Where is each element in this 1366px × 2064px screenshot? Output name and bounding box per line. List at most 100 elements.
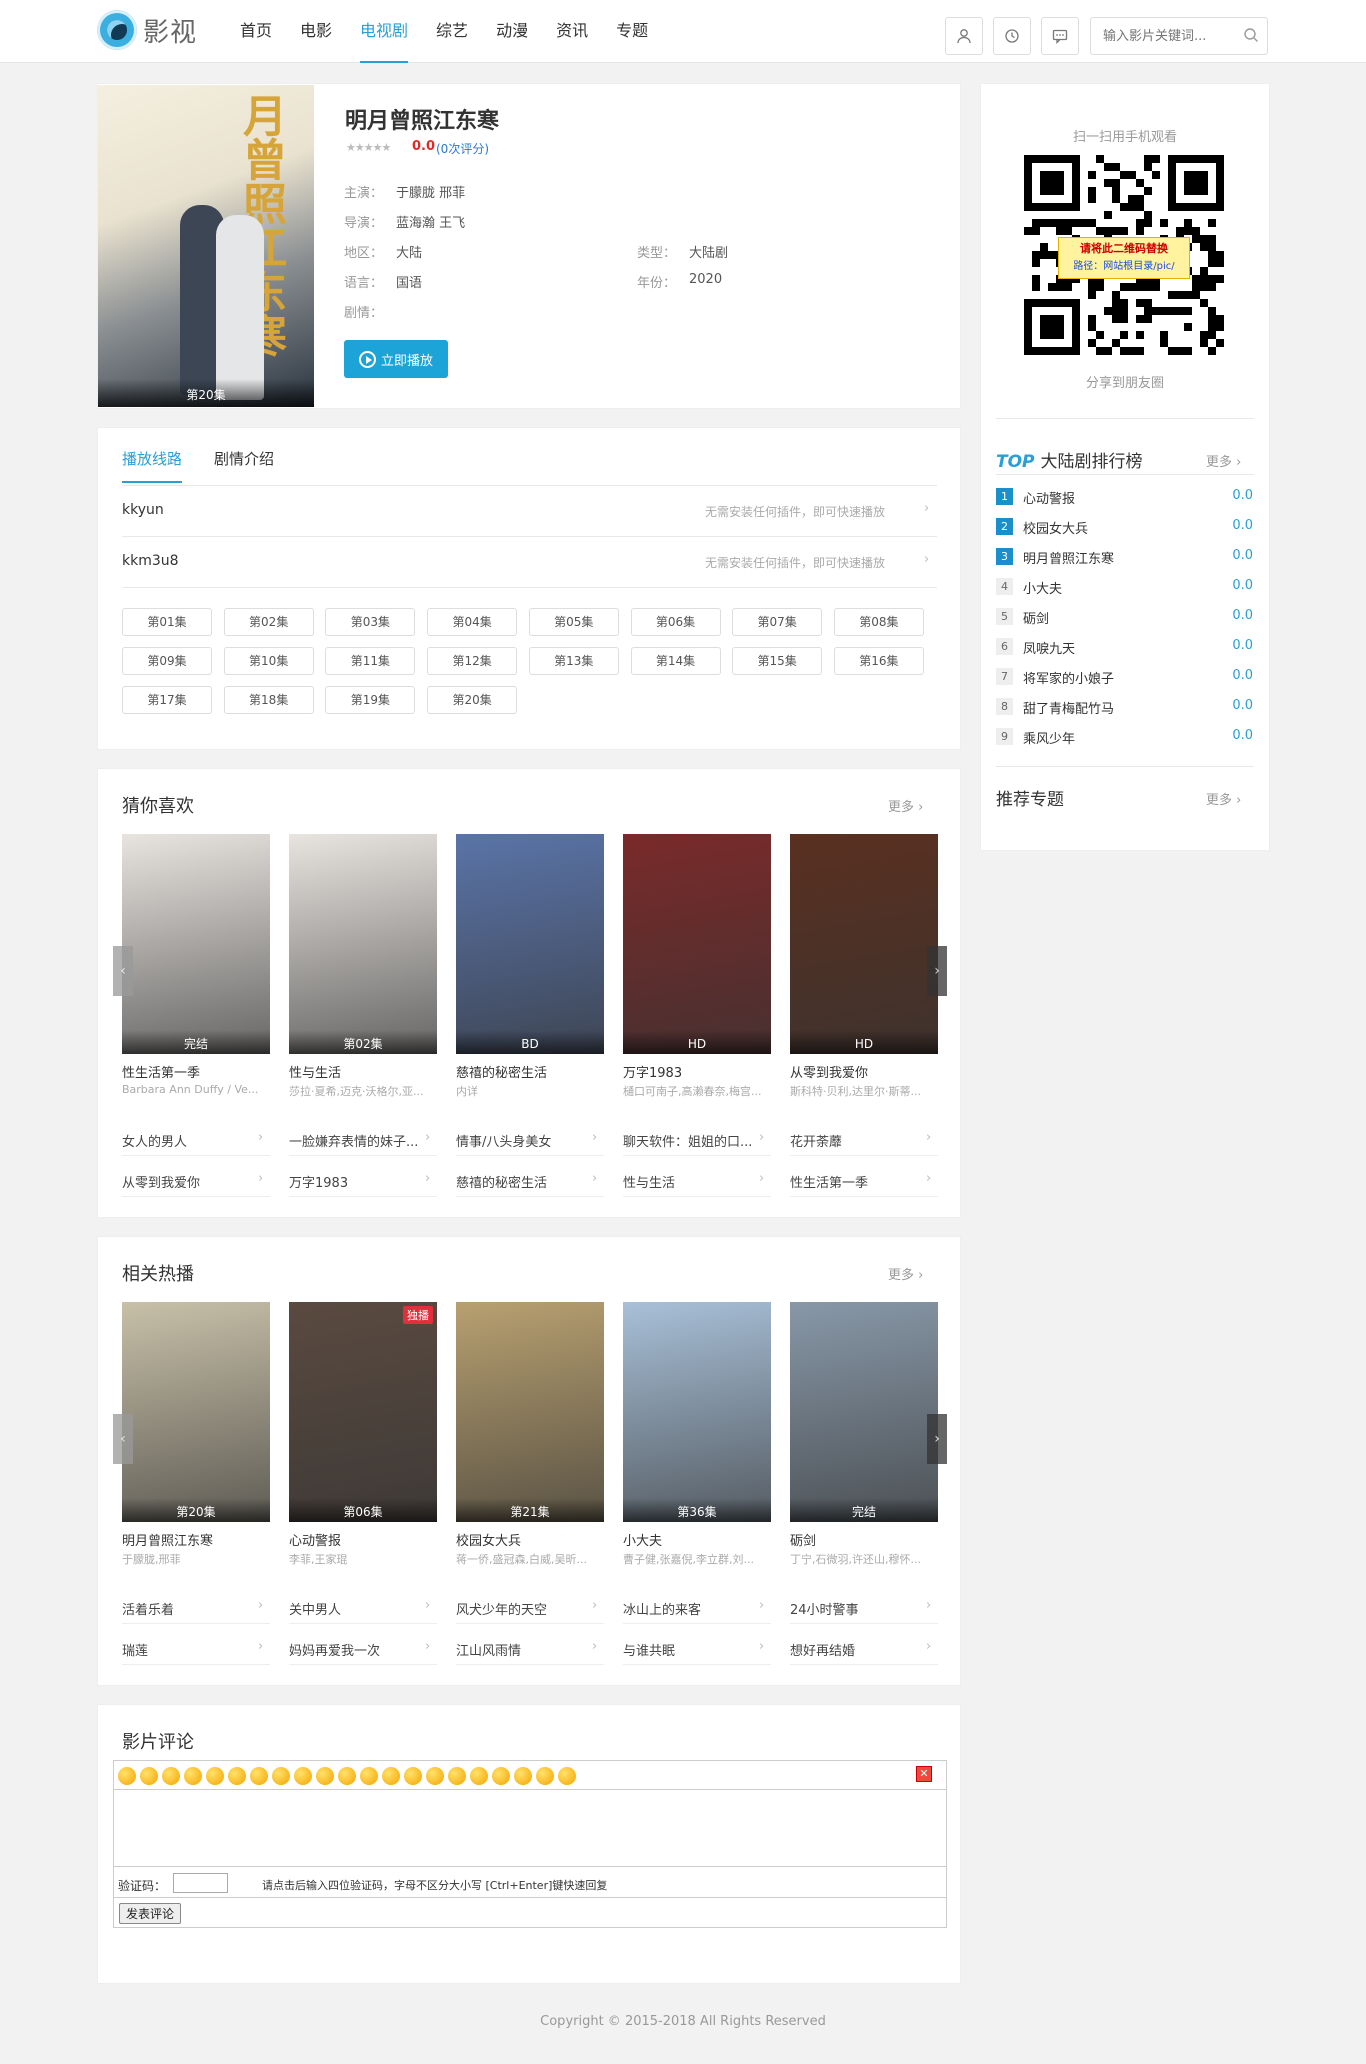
movie-thumbnail[interactable]: 第02集 — [289, 834, 437, 1054]
emoji-face-icon[interactable] — [294, 1767, 312, 1785]
emoji-face-icon[interactable] — [404, 1767, 422, 1785]
rank-item-title[interactable]: 校园女大兵 — [1023, 518, 1088, 537]
emoji-face-icon[interactable] — [206, 1767, 224, 1785]
tab-routes[interactable]: 播放线路 — [122, 448, 183, 483]
emoji-face-icon[interactable] — [184, 1767, 202, 1785]
related-link[interactable]: 慈禧的秘密生活 — [456, 1172, 604, 1191]
director-value[interactable]: 蓝海瀚 王飞 — [396, 212, 465, 231]
rank-item-title[interactable]: 砺剑 — [1023, 608, 1049, 627]
carousel-prev-button[interactable]: ‹ — [113, 946, 133, 996]
movie-title[interactable]: 心动警报 — [289, 1530, 437, 1549]
episode-button[interactable]: 第07集 — [732, 608, 823, 636]
episode-button[interactable]: 第03集 — [325, 608, 416, 636]
rank-more-link[interactable]: 更多 › — [1206, 451, 1241, 470]
episode-button[interactable]: 第10集 — [223, 647, 314, 675]
route-name[interactable]: kkyun — [122, 502, 164, 518]
episode-button[interactable]: 第01集 — [122, 608, 212, 636]
episode-button[interactable]: 第08集 — [833, 608, 924, 636]
episode-button[interactable]: 第02集 — [223, 608, 314, 636]
chevron-right-icon[interactable]: › — [924, 501, 929, 516]
emoji-face-icon[interactable] — [382, 1767, 400, 1785]
captcha-input[interactable] — [173, 1873, 228, 1893]
carousel-next-button[interactable]: › — [927, 1414, 947, 1464]
emoji-face-icon[interactable] — [272, 1767, 290, 1785]
detail-poster[interactable]: 月曾照江东寒 第20集 — [98, 85, 314, 407]
carousel-prev-button[interactable]: ‹ — [113, 1414, 133, 1464]
topic-more-link[interactable]: 更多 › — [1206, 789, 1241, 808]
emoji-face-icon[interactable] — [162, 1767, 180, 1785]
rank-item-title[interactable]: 明月曾照江东寒 — [1023, 548, 1114, 567]
episode-button[interactable]: 第20集 — [427, 686, 518, 714]
emoji-face-icon[interactable] — [228, 1767, 246, 1785]
related-link[interactable]: 活着乐着 — [122, 1599, 270, 1618]
episode-button[interactable]: 第15集 — [732, 647, 823, 675]
emoji-face-icon[interactable] — [514, 1767, 532, 1785]
emoji-face-icon[interactable] — [470, 1767, 488, 1785]
related-link[interactable]: 性生活第一季 — [790, 1172, 938, 1191]
emoji-face-icon[interactable] — [360, 1767, 378, 1785]
search-input[interactable] — [1091, 18, 1231, 54]
episode-button[interactable]: 第16集 — [833, 647, 924, 675]
emoji-face-icon[interactable] — [426, 1767, 444, 1785]
related-link[interactable]: 性与生活 — [623, 1172, 771, 1191]
related-link[interactable]: 从零到我爱你 — [122, 1172, 270, 1191]
emoji-face-icon[interactable] — [492, 1767, 510, 1785]
message-button[interactable] — [1041, 17, 1079, 55]
movie-title[interactable]: 小大夫 — [623, 1530, 771, 1549]
movie-title[interactable]: 明月曾照江东寒 — [122, 1530, 270, 1549]
history-button[interactable] — [993, 17, 1031, 55]
emoji-face-icon[interactable] — [338, 1767, 356, 1785]
related-link[interactable]: 情事/八头身美女 — [456, 1131, 604, 1150]
rank-item-title[interactable]: 小大夫 — [1023, 578, 1062, 597]
movie-thumbnail[interactable]: HD — [790, 834, 938, 1054]
carousel-next-button[interactable]: › — [927, 946, 947, 996]
related-link[interactable]: 花开荼蘼 — [790, 1131, 938, 1150]
emoji-face-icon[interactable] — [316, 1767, 334, 1785]
related-link[interactable]: 与谁共眠 — [623, 1640, 771, 1659]
movie-title[interactable]: 砺剑 — [790, 1530, 938, 1549]
related-link[interactable]: 女人的男人 — [122, 1131, 270, 1150]
episode-button[interactable]: 第19集 — [325, 686, 416, 714]
episode-button[interactable]: 第14集 — [630, 647, 721, 675]
related-link[interactable]: 想好再结婚 — [790, 1640, 938, 1659]
episode-button[interactable]: 第06集 — [630, 608, 721, 636]
movie-title[interactable]: 性与生活 — [289, 1062, 437, 1081]
movie-title[interactable]: 性生活第一季 — [122, 1062, 270, 1081]
movie-title[interactable]: 万字1983 — [623, 1062, 771, 1081]
episode-button[interactable]: 第09集 — [122, 647, 212, 675]
comment-textarea[interactable] — [114, 1789, 946, 1867]
episode-button[interactable]: 第04集 — [427, 608, 518, 636]
guess-more-link[interactable]: 更多 › — [888, 796, 923, 815]
chevron-right-icon[interactable]: › — [924, 552, 929, 567]
nav-home[interactable]: 首页 — [240, 0, 272, 63]
movie-title[interactable]: 从零到我爱你 — [790, 1062, 938, 1081]
nav-news[interactable]: 资讯 — [556, 0, 588, 63]
emoji-face-icon[interactable] — [118, 1767, 136, 1785]
tab-synopsis[interactable]: 剧情介绍 — [214, 448, 274, 483]
nav-topic[interactable]: 专题 — [616, 0, 648, 63]
episode-button[interactable]: 第17集 — [122, 686, 212, 714]
movie-title[interactable]: 慈禧的秘密生活 — [456, 1062, 604, 1081]
movie-title[interactable]: 校园女大兵 — [456, 1530, 604, 1549]
hot-more-link[interactable]: 更多 › — [888, 1264, 923, 1283]
related-link[interactable]: 江山风雨情 — [456, 1640, 604, 1659]
emoji-face-icon[interactable] — [140, 1767, 158, 1785]
related-link[interactable]: 瑞莲 — [122, 1640, 270, 1659]
movie-thumbnail[interactable]: 完结 — [122, 834, 270, 1054]
episode-button[interactable]: 第13集 — [528, 647, 619, 675]
emoji-face-icon[interactable] — [536, 1767, 554, 1785]
episode-button[interactable]: 第18集 — [223, 686, 314, 714]
episode-button[interactable]: 第12集 — [427, 647, 518, 675]
related-link[interactable]: 万字1983 — [289, 1172, 437, 1191]
related-link[interactable]: 关中男人 — [289, 1599, 437, 1618]
close-icon[interactable]: ✕ — [916, 1766, 932, 1782]
emoji-face-icon[interactable] — [250, 1767, 268, 1785]
movie-thumbnail[interactable]: HD — [623, 834, 771, 1054]
episode-button[interactable]: 第11集 — [325, 647, 416, 675]
related-link[interactable]: 冰山上的来客 — [623, 1599, 771, 1618]
route-name[interactable]: kkm3u8 — [122, 553, 179, 569]
movie-thumbnail[interactable]: BD — [456, 834, 604, 1054]
nav-tv[interactable]: 电视剧 — [360, 0, 409, 63]
emoji-face-icon[interactable] — [558, 1767, 576, 1785]
rank-item-title[interactable]: 乘风少年 — [1023, 728, 1075, 747]
